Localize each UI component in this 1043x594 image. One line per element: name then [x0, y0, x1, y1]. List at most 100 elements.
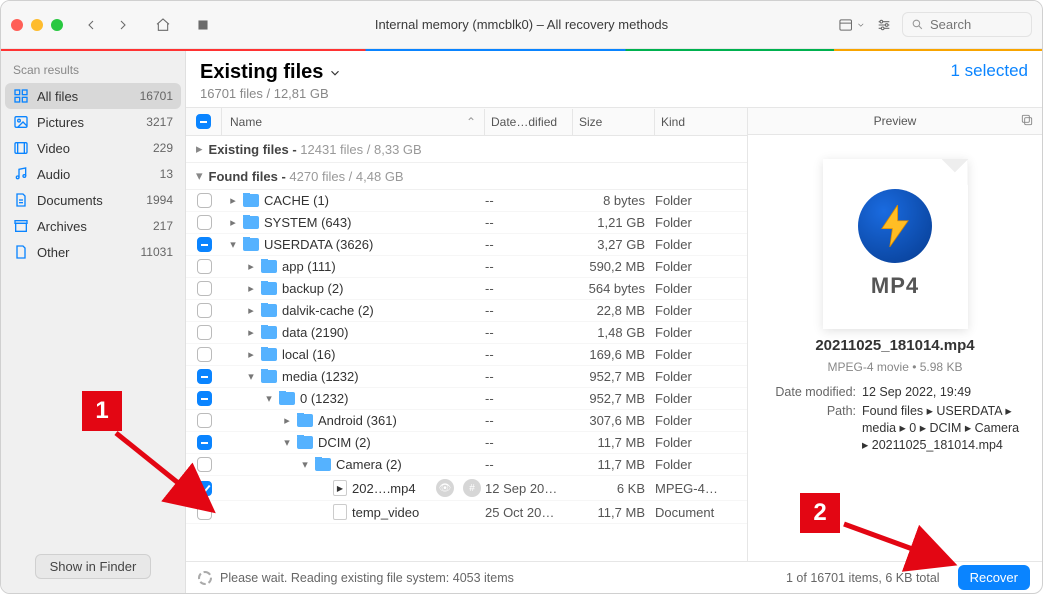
table-row[interactable]: ▾DCIM (2)--11,7 MBFolder: [186, 432, 747, 454]
table-row[interactable]: ▸Android (361)--307,6 MBFolder: [186, 410, 747, 432]
sidebar-item-all-files[interactable]: All files16701: [5, 83, 181, 109]
disclosure-icon[interactable]: ▸: [246, 282, 256, 295]
spinner-icon: [198, 571, 212, 585]
video-icon: [13, 140, 29, 156]
info-button[interactable]: #: [463, 479, 481, 497]
row-checkbox[interactable]: [197, 413, 212, 428]
row-size: 952,7 MB: [573, 391, 655, 406]
row-kind: Folder: [655, 237, 747, 252]
table-row[interactable]: ▸local (16)--169,6 MBFolder: [186, 344, 747, 366]
settings-button[interactable]: [870, 11, 898, 39]
folder-icon: [297, 436, 313, 449]
fullscreen-window-button[interactable]: [51, 19, 63, 31]
row-checkbox[interactable]: [197, 369, 212, 384]
row-kind: Folder: [655, 281, 747, 296]
tree-group[interactable]: ▸Existing files - 12431 files / 8,33 GB: [186, 136, 747, 163]
sidebar-item-video[interactable]: Video229: [5, 135, 181, 161]
row-kind: Folder: [655, 413, 747, 428]
disclosure-icon[interactable]: ▾: [228, 238, 238, 251]
disclosure-icon[interactable]: ▸: [246, 326, 256, 339]
view-menu-button[interactable]: [838, 11, 866, 39]
row-filename: temp_video: [352, 505, 419, 520]
row-kind: Folder: [655, 215, 747, 230]
sidebar-item-documents[interactable]: Documents1994: [5, 187, 181, 213]
app-window: Internal memory (mmcblk0) – All recovery…: [0, 0, 1043, 594]
row-checkbox[interactable]: [197, 435, 212, 450]
row-size: 1,21 GB: [573, 215, 655, 230]
column-size-header[interactable]: Size: [573, 109, 655, 135]
preview-eye-button[interactable]: 👁: [436, 479, 454, 497]
row-checkbox[interactable]: [197, 237, 212, 252]
row-checkbox[interactable]: [197, 259, 212, 274]
disclosure-icon[interactable]: ▸: [246, 348, 256, 361]
sidebar-item-pictures[interactable]: Pictures3217: [5, 109, 181, 135]
disclosure-icon[interactable]: ▾: [300, 458, 310, 471]
disclosure-icon[interactable]: ▸: [246, 304, 256, 317]
sidebar-item-other[interactable]: Other11031: [5, 239, 181, 265]
table-row[interactable]: ▸SYSTEM (643)--1,21 GBFolder: [186, 212, 747, 234]
search-box[interactable]: [902, 12, 1032, 37]
table-row[interactable]: ▾0 (1232)--952,7 MBFolder: [186, 388, 747, 410]
sidebar-item-audio[interactable]: Audio13: [5, 161, 181, 187]
table-row[interactable]: ▾USERDATA (3626)--3,27 GBFolder: [186, 234, 747, 256]
table-row[interactable]: ▸data (2190)--1,48 GBFolder: [186, 322, 747, 344]
row-checkbox[interactable]: [197, 457, 212, 472]
row-checkbox[interactable]: [197, 391, 212, 406]
row-checkbox[interactable]: [197, 347, 212, 362]
table-row[interactable]: temp_video25 Oct 20…11,7 MBDocument: [186, 501, 747, 524]
row-filename: backup (2): [282, 281, 343, 296]
disclosure-icon[interactable]: ▾: [264, 392, 274, 405]
table-row[interactable]: ▸CACHE (1)--8 bytesFolder: [186, 190, 747, 212]
close-window-button[interactable]: [11, 19, 23, 31]
disclosure-icon[interactable]: ▸: [282, 414, 292, 427]
file-tree[interactable]: ▸Existing files - 12431 files / 8,33 GB▾…: [186, 136, 747, 561]
sidebar-item-archives[interactable]: Archives217: [5, 213, 181, 239]
minimize-window-button[interactable]: [31, 19, 43, 31]
row-kind: Folder: [655, 347, 747, 362]
tree-group[interactable]: ▾Found files - 4270 files / 4,48 GB: [186, 163, 747, 190]
disclosure-icon[interactable]: ▸: [228, 194, 238, 207]
column-date-header[interactable]: Date…dified: [485, 109, 573, 135]
nav-back-button[interactable]: [77, 11, 105, 39]
disclosure-icon[interactable]: ▸: [246, 260, 256, 273]
table-row[interactable]: ▸backup (2)--564 bytesFolder: [186, 278, 747, 300]
select-all-checkbox[interactable]: [196, 114, 211, 129]
main-title[interactable]: Existing files: [200, 61, 342, 84]
stop-button[interactable]: [189, 11, 217, 39]
table-row[interactable]: ▸app (111)--590,2 MBFolder: [186, 256, 747, 278]
row-checkbox[interactable]: [197, 281, 212, 296]
home-button[interactable]: [149, 11, 177, 39]
show-in-finder-button[interactable]: Show in Finder: [35, 554, 152, 579]
folder-icon: [261, 282, 277, 295]
row-checkbox[interactable]: [197, 193, 212, 208]
row-date: --: [485, 281, 573, 296]
row-kind: Document: [655, 505, 747, 520]
column-name-header[interactable]: Name⌃: [222, 109, 485, 135]
row-checkbox[interactable]: [197, 505, 212, 520]
table-row[interactable]: ▾Camera (2)--11,7 MBFolder: [186, 454, 747, 476]
thumb-label: MP4: [871, 273, 919, 299]
row-checkbox[interactable]: [197, 325, 212, 340]
row-checkbox[interactable]: [197, 215, 212, 230]
column-kind-header[interactable]: Kind: [655, 109, 747, 135]
table-row[interactable]: ▶202….mp4👁#12 Sep 20…6 KBMPEG-4…: [186, 476, 747, 501]
mp4-thumb-icon: [858, 189, 932, 263]
row-filename: Camera (2): [336, 457, 402, 472]
annotation-badge-2: 2: [800, 493, 840, 533]
row-checkbox[interactable]: [197, 303, 212, 318]
recover-button[interactable]: Recover: [958, 565, 1030, 590]
table-row[interactable]: ▾media (1232)--952,7 MBFolder: [186, 366, 747, 388]
row-date: --: [485, 303, 573, 318]
preview-date-modified: 12 Sep 2022, 19:49: [862, 384, 1026, 401]
disclosure-icon[interactable]: ▸: [228, 216, 238, 229]
row-checkbox[interactable]: [197, 481, 212, 496]
disclosure-icon[interactable]: ▾: [246, 370, 256, 383]
copy-preview-button[interactable]: [1020, 113, 1034, 130]
row-size: 307,6 MB: [573, 413, 655, 428]
row-date: --: [485, 215, 573, 230]
disclosure-icon[interactable]: ▾: [282, 436, 292, 449]
nav-forward-button[interactable]: [109, 11, 137, 39]
disclosure-icon: ▸: [196, 141, 203, 157]
search-input[interactable]: [930, 17, 1010, 32]
table-row[interactable]: ▸dalvik-cache (2)--22,8 MBFolder: [186, 300, 747, 322]
